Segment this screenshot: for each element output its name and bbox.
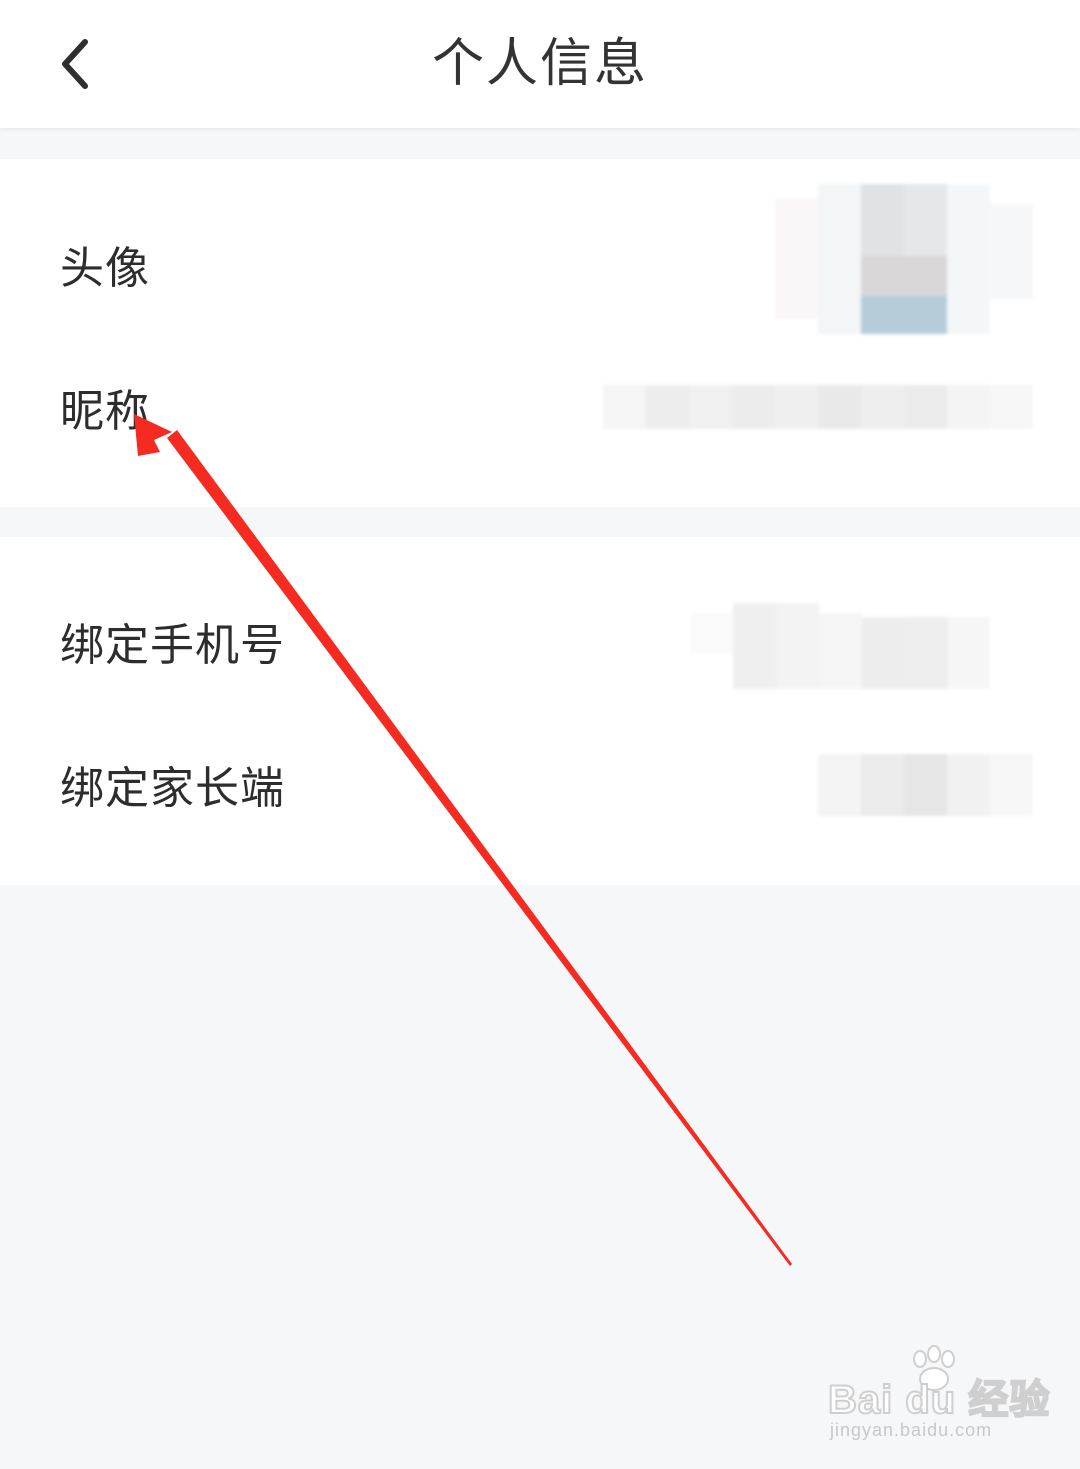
binding-group: 绑定手机号 绑定家长端 <box>0 537 1080 885</box>
bind-phone-value <box>690 603 990 689</box>
bind-phone-row-label: 绑定手机号 <box>60 620 285 671</box>
nickname-row-label: 昵称 <box>60 386 150 437</box>
avatar-image <box>775 184 1033 344</box>
watermark-url: jingyan.baidu.com <box>830 1420 993 1440</box>
bind-parent-value <box>818 754 1033 816</box>
top-bar: 个人信息 <box>0 0 1080 128</box>
avatar-row[interactable]: 头像 <box>0 184 1080 334</box>
nickname-row[interactable]: 昵称 <box>0 337 1080 477</box>
nickname-value <box>603 385 1033 429</box>
bind-phone-row[interactable]: 绑定手机号 <box>0 571 1080 711</box>
page-title: 个人信息 <box>431 34 648 94</box>
bind-parent-row[interactable]: 绑定家长端 <box>0 714 1080 854</box>
baidu-jingyan-watermark: Bai du 经验 jingyan.baidu.com <box>820 1345 1050 1445</box>
bind-parent-row-label: 绑定家长端 <box>60 763 285 814</box>
profile-group: 头像 昵称 <box>0 159 1080 507</box>
watermark-brand: Bai du 经验 <box>827 1377 1051 1423</box>
avatar-row-label: 头像 <box>60 243 150 294</box>
